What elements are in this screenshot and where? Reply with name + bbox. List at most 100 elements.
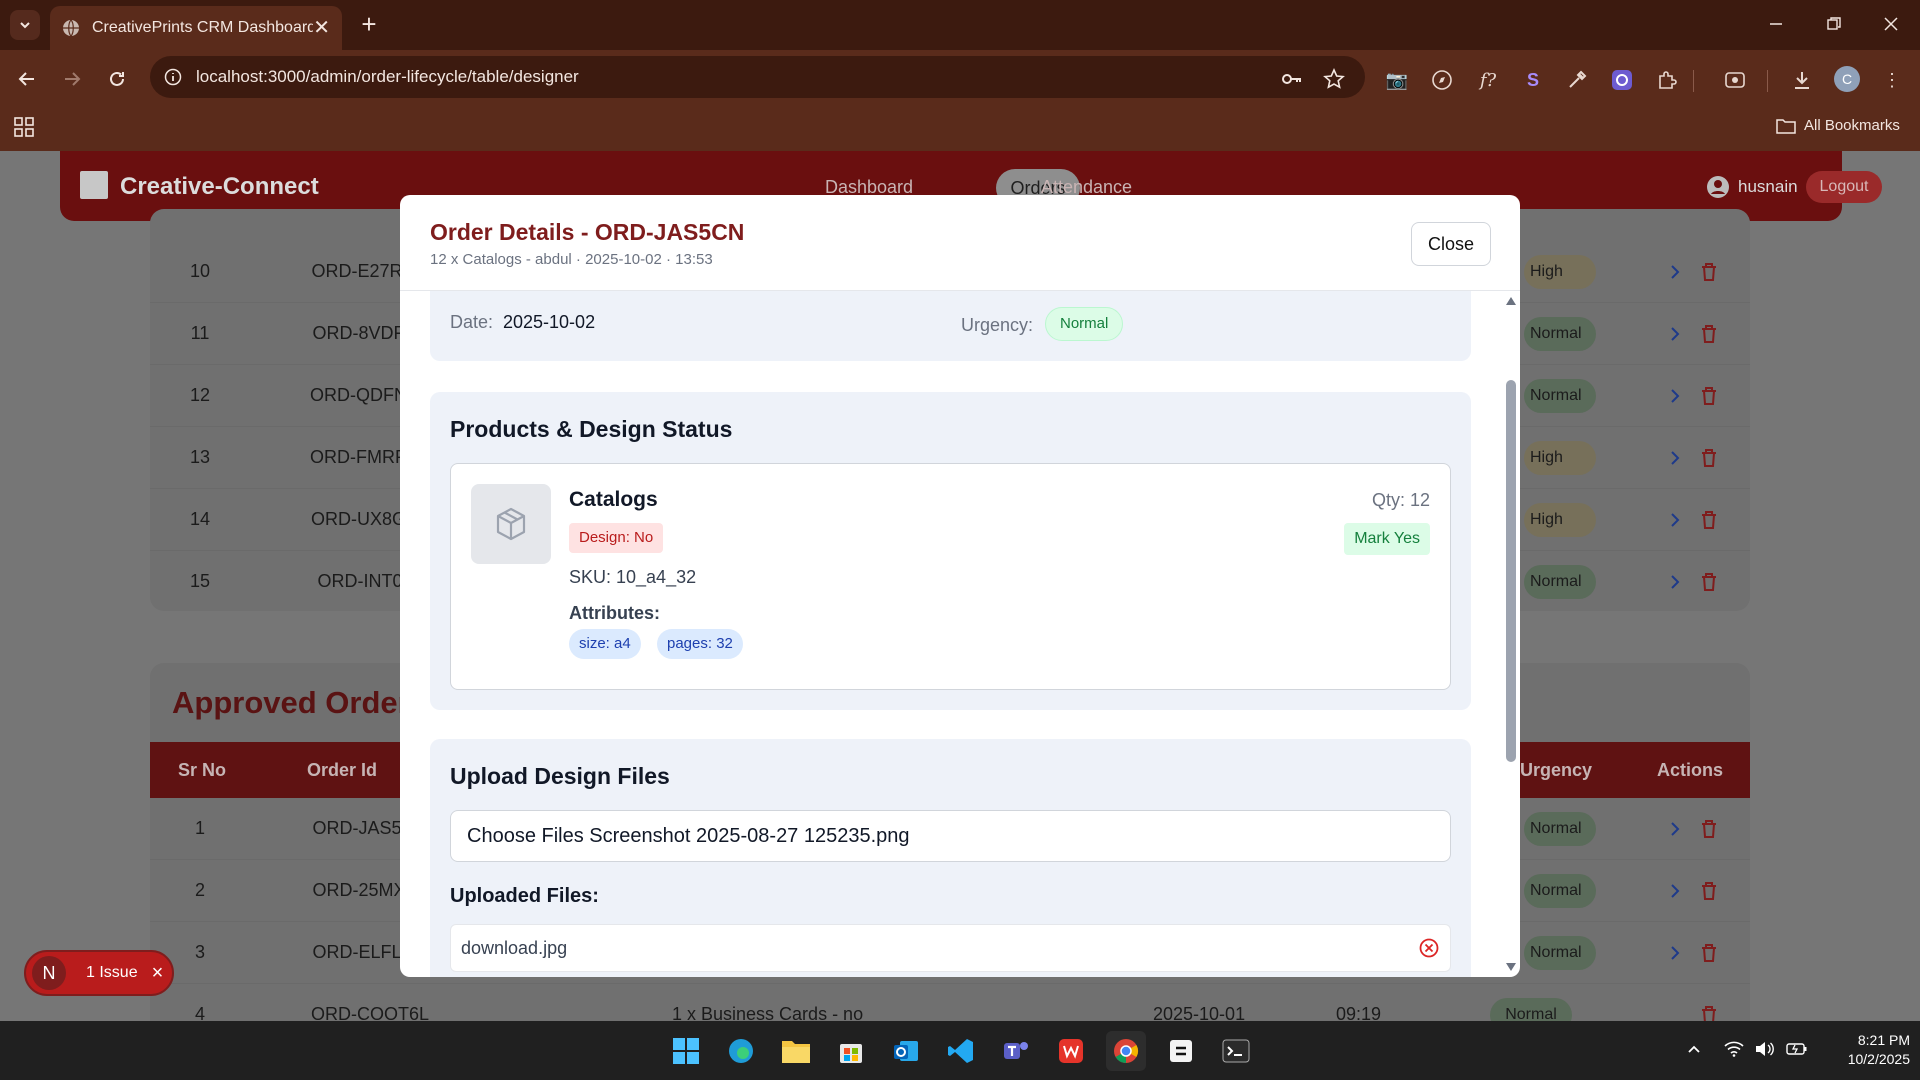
new-tab-button[interactable]: + (354, 10, 384, 40)
sr-cell: 2 (194, 880, 205, 900)
gear-extension-icon[interactable] (1609, 67, 1635, 93)
wifi-icon[interactable] (1724, 1041, 1744, 1057)
chevron-right-icon[interactable] (1662, 940, 1688, 966)
close-button[interactable]: Close (1411, 222, 1491, 266)
windows-start-icon[interactable] (666, 1031, 706, 1071)
restore-button[interactable] (1805, 0, 1863, 48)
trash-icon[interactable] (1696, 321, 1722, 347)
chevron-right-icon[interactable] (1662, 878, 1688, 904)
urgency-badge: Normal (1524, 379, 1596, 413)
tab-close-icon[interactable]: ✕ (313, 18, 330, 38)
windows-terminal-icon[interactable] (1216, 1031, 1256, 1071)
chevron-right-icon[interactable] (1662, 383, 1688, 409)
all-bookmarks[interactable]: All Bookmarks (1776, 117, 1900, 134)
modal-subtitle: 12 x Catalogs - abdul · 2025-10-02 · 13:… (430, 251, 713, 268)
chevron-right-icon[interactable] (1662, 259, 1688, 285)
urgency-badge: High (1524, 255, 1596, 289)
chevron-right-icon[interactable] (1662, 507, 1688, 533)
trash-icon[interactable] (1696, 569, 1722, 595)
issues-count[interactable]: 1 Issue (86, 964, 138, 982)
nextjs-logo-icon: N (32, 956, 66, 990)
close-icon[interactable]: × (152, 962, 164, 985)
order-info-panel: Date: 2025-10-02 Urgency: Normal (430, 291, 1471, 361)
urgency-badge: Normal (1524, 936, 1596, 970)
issues-toast[interactable]: N 1 Issue × (24, 950, 174, 996)
trash-icon[interactable] (1696, 507, 1722, 533)
uploaded-file-name[interactable]: download.jpg (461, 938, 567, 958)
close-icon (1884, 17, 1898, 31)
scroll-up-arrow-icon[interactable] (1506, 297, 1516, 305)
screen-capture-icon[interactable] (1722, 67, 1748, 93)
trash-icon[interactable] (1696, 445, 1722, 471)
chevron-right-icon[interactable] (1662, 816, 1688, 842)
chevron-right-icon[interactable] (1662, 321, 1688, 347)
modal-body[interactable]: Date: 2025-10-02 Urgency: Normal Product… (400, 291, 1520, 977)
order-date-cell: 2025-10-01 (1153, 1004, 1246, 1021)
system-clock[interactable]: 8:21 PM 10/2/2025 (1820, 1031, 1910, 1069)
trash-icon[interactable] (1696, 816, 1722, 842)
profile-avatar[interactable]: C (1834, 66, 1860, 92)
urgency-badge: High (1524, 503, 1596, 537)
kebab-menu-icon[interactable]: ⋮ (1879, 67, 1905, 93)
store-icon[interactable] (831, 1031, 871, 1071)
clock-time: 8:21 PM (1857, 1032, 1910, 1048)
download-icon[interactable] (1789, 67, 1815, 93)
trash-icon[interactable] (1696, 1002, 1722, 1021)
extensions-puzzle-icon[interactable] (1654, 67, 1680, 93)
tray-chevron-up-icon[interactable] (1686, 1041, 1702, 1057)
uploaded-files-label: Uploaded Files: (450, 885, 599, 907)
chevron-right-icon[interactable] (1662, 569, 1688, 595)
outlook-icon[interactable] (886, 1031, 926, 1071)
reload-button[interactable] (102, 64, 132, 94)
minimize-button[interactable] (1747, 0, 1805, 48)
mark-yes-button[interactable]: Mark Yes (1344, 523, 1430, 555)
modal-scrollbar-thumb[interactable] (1506, 380, 1516, 762)
product-thumbnail (471, 484, 551, 564)
approved-orders-title: Approved Orders (172, 685, 427, 720)
table-row[interactable]: 4 ORD-COOT6L 1 x Business Cards - no 202… (150, 984, 1750, 1021)
volume-icon[interactable] (1755, 1041, 1775, 1057)
teams-icon[interactable] (996, 1031, 1036, 1071)
user-icon (1707, 176, 1729, 198)
urgency-badge: Normal (1490, 998, 1572, 1021)
browser-tab-active[interactable]: CreativePrints CRM Dashboard ✕ (50, 6, 342, 50)
trash-icon[interactable] (1696, 259, 1722, 285)
close-window-button[interactable] (1862, 0, 1920, 48)
file-input[interactable]: Choose Files Screenshot 2025-08-27 12523… (450, 810, 1451, 862)
product-name: Catalogs (569, 488, 658, 511)
site-info-icon[interactable] (164, 68, 182, 86)
scroll-down-arrow-icon[interactable] (1506, 963, 1516, 971)
compass-extension-icon[interactable] (1429, 67, 1455, 93)
products-title: Products & Design Status (450, 416, 733, 442)
s-extension-icon[interactable]: S (1520, 67, 1546, 93)
wps-office-icon[interactable] (1051, 1031, 1091, 1071)
camera-extension-icon[interactable]: 📷 (1384, 67, 1410, 93)
order-time-cell: 09:19 (1336, 1004, 1382, 1021)
sr-cell: 13 (189, 447, 211, 467)
terminal-app-icon[interactable] (1161, 1031, 1201, 1071)
back-button[interactable] (12, 64, 42, 94)
trash-icon[interactable] (1696, 878, 1722, 904)
apps-grid-icon[interactable] (14, 117, 34, 137)
color-picker-icon[interactable] (1564, 67, 1590, 93)
file-explorer-icon[interactable] (776, 1031, 816, 1071)
user-menu[interactable]: husnain (1706, 175, 1798, 199)
battery-icon[interactable] (1786, 1041, 1808, 1057)
date-value: 2025-10-02 (503, 312, 596, 332)
forward-button[interactable] (57, 64, 87, 94)
fonts-extension-icon[interactable]: f? (1475, 67, 1501, 93)
password-key-icon[interactable] (1280, 67, 1304, 91)
trash-icon[interactable] (1696, 383, 1722, 409)
logout-button[interactable]: Logout (1806, 171, 1882, 203)
tab-search-button[interactable] (10, 10, 40, 40)
edge-browser-icon[interactable] (721, 1031, 761, 1071)
address-bar[interactable]: localhost:3000/admin/order-lifecycle/tab… (150, 56, 1365, 98)
trash-icon[interactable] (1696, 940, 1722, 966)
urgency-badge: Normal (1045, 307, 1124, 341)
chrome-icon[interactable] (1106, 1031, 1146, 1071)
vscode-icon[interactable] (941, 1031, 981, 1071)
bookmark-star-icon[interactable] (1322, 67, 1346, 91)
remove-file-icon[interactable] (1418, 937, 1440, 959)
chevron-right-icon[interactable] (1662, 445, 1688, 471)
sr-cell: 14 (189, 509, 211, 529)
